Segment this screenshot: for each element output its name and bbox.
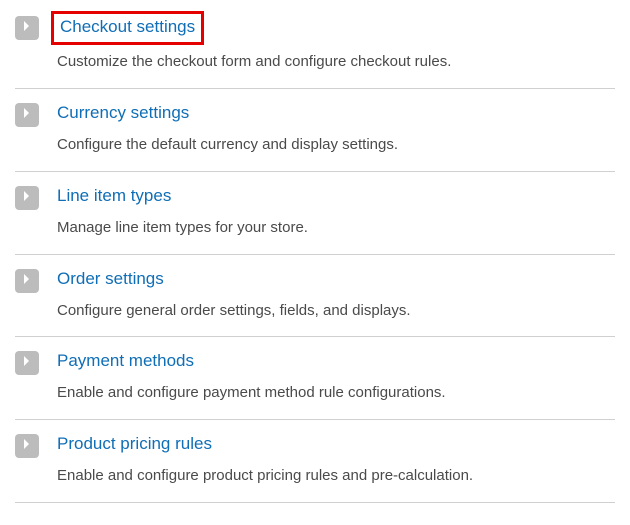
setting-title-link[interactable]: Line item types [57,185,171,207]
chevron-right-icon [23,106,31,124]
setting-description: Manage line item types for your store. [57,217,615,239]
setting-item-order-settings: Order settings Configure general order s… [15,255,615,338]
setting-content: Currency settings Configure the default … [57,102,615,156]
setting-item-currency-settings: Currency settings Configure the default … [15,89,615,172]
setting-content: Payment methods Enable and configure pay… [57,350,615,404]
setting-title-link[interactable]: Product pricing rules [57,433,212,455]
setting-item-line-item-types: Line item types Manage line item types f… [15,172,615,255]
setting-item-checkout-settings: Checkout settings Customize the checkout… [15,10,615,89]
setting-title-link[interactable]: Currency settings [57,102,189,124]
chevron-right-icon [23,354,31,372]
setting-item-payment-methods: Payment methods Enable and configure pay… [15,337,615,420]
chevron-right-icon [23,437,31,455]
setting-description: Enable and configure payment method rule… [57,382,615,404]
expand-button[interactable] [15,103,39,127]
settings-list: Checkout settings Customize the checkout… [15,10,615,503]
chevron-right-icon [23,19,31,37]
setting-title-link[interactable]: Order settings [57,268,164,290]
expand-button[interactable] [15,16,39,40]
chevron-right-icon [23,189,31,207]
setting-title-link[interactable]: Payment methods [57,350,194,372]
setting-content: Order settings Configure general order s… [57,268,615,322]
expand-button[interactable] [15,351,39,375]
setting-content: Product pricing rules Enable and configu… [57,433,615,487]
chevron-right-icon [23,272,31,290]
setting-title-link[interactable]: Checkout settings [51,11,204,45]
setting-description: Enable and configure product pricing rul… [57,465,615,487]
expand-button[interactable] [15,269,39,293]
expand-button[interactable] [15,186,39,210]
setting-description: Customize the checkout form and configur… [57,51,615,73]
expand-button[interactable] [15,434,39,458]
setting-description: Configure general order settings, fields… [57,300,615,322]
setting-description: Configure the default currency and displ… [57,134,615,156]
setting-content: Line item types Manage line item types f… [57,185,615,239]
setting-item-product-pricing-rules: Product pricing rules Enable and configu… [15,420,615,503]
setting-content: Checkout settings Customize the checkout… [57,15,615,73]
